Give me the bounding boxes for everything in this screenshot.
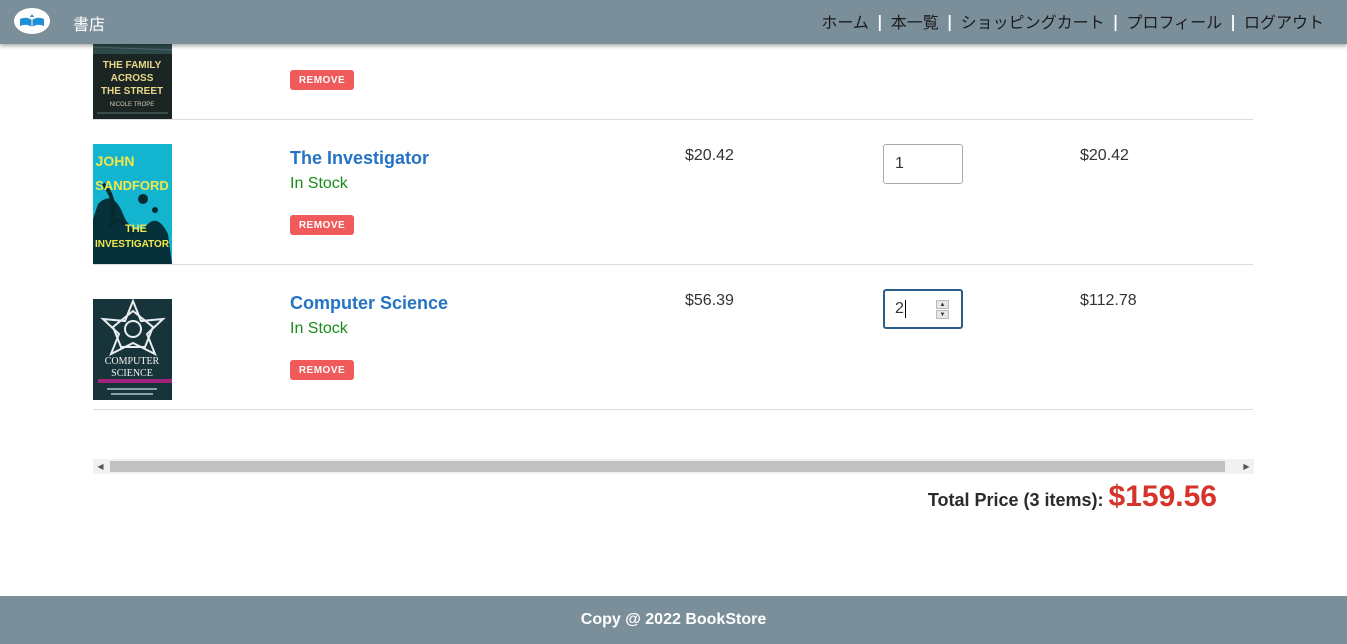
book-cover-art: THE FAMILY ACROSS THE STREET NICOLE TROP… bbox=[93, 44, 172, 119]
total-label: Total Price (3 items): bbox=[927, 490, 1104, 510]
book-cover-art: JOHN SANDFORD THE INVESTIGATOR bbox=[93, 144, 172, 264]
open-book-icon bbox=[20, 14, 44, 27]
cart-total: Total Price (3 items): $159.56 bbox=[928, 480, 1217, 514]
stock-status: In Stock bbox=[290, 175, 348, 192]
remove-button[interactable]: REMOVE bbox=[290, 70, 354, 90]
cover-text: THE bbox=[125, 223, 147, 235]
remove-button[interactable]: REMOVE bbox=[290, 215, 354, 235]
cover-author: NICOLE TROPE bbox=[110, 102, 155, 108]
quantity-input[interactable]: 2 ▲ ▼ bbox=[883, 289, 963, 329]
stock-status: In Stock bbox=[290, 320, 348, 337]
cart-row: COMPUTER SCIENCE Computer Science In Sto… bbox=[93, 265, 1253, 410]
book-title-link[interactable]: The Investigator bbox=[290, 148, 429, 169]
increment-arrow-icon[interactable]: ▲ bbox=[936, 300, 949, 309]
text-cursor bbox=[904, 300, 906, 318]
cover-text: THE STREET bbox=[101, 86, 163, 97]
item-subtotal: $20.42 bbox=[1080, 147, 1129, 164]
main-nav: ホーム | 本一覧 | ショッピングカート | プロフィール | ログアウト bbox=[821, 9, 1324, 33]
nav-book-list[interactable]: 本一覧 bbox=[891, 9, 939, 33]
quantity-value: 1 bbox=[895, 155, 904, 172]
horizontal-scrollbar[interactable]: ◀ ▶ bbox=[93, 459, 1254, 474]
bookstore-logo[interactable] bbox=[14, 8, 50, 34]
unit-price: $20.42 bbox=[685, 147, 734, 164]
footer-copyright: Copy @ 2022 BookStore bbox=[580, 611, 767, 628]
quantity-input[interactable]: 1 bbox=[883, 144, 963, 184]
cover-text: ACROSS bbox=[111, 73, 154, 84]
decrement-arrow-icon[interactable]: ▼ bbox=[936, 310, 949, 319]
nav-separator: | bbox=[1230, 11, 1236, 31]
nav-shopping-cart[interactable]: ショッピングカート bbox=[961, 9, 1105, 33]
nav-separator: | bbox=[1112, 11, 1119, 31]
total-price: $159.56 bbox=[1108, 480, 1217, 513]
cover-text: JOHN bbox=[96, 153, 135, 169]
unit-price: $56.39 bbox=[685, 292, 734, 309]
cover-text: INVESTIGATOR bbox=[95, 239, 170, 250]
cover-text: SCIENCE bbox=[111, 368, 153, 379]
book-cover-art: COMPUTER SCIENCE bbox=[93, 299, 172, 400]
cart-row: JOHN SANDFORD THE INVESTIGATOR The Inves… bbox=[93, 120, 1253, 265]
remove-button[interactable]: REMOVE bbox=[290, 360, 354, 380]
cover-text: SANDFORD bbox=[95, 178, 169, 193]
item-subtotal: $112.78 bbox=[1080, 292, 1137, 309]
book-cover[interactable]: THE FAMILY ACROSS THE STREET NICOLE TROP… bbox=[93, 44, 172, 119]
nav-separator: | bbox=[946, 11, 953, 31]
quantity-value: 2 bbox=[895, 300, 904, 317]
quantity-stepper[interactable]: ▲ ▼ bbox=[936, 300, 949, 319]
nav-logout[interactable]: ログアウト bbox=[1244, 9, 1324, 33]
footer: Copy @ 2022 BookStore bbox=[0, 596, 1347, 644]
nav-home[interactable]: ホーム bbox=[821, 9, 869, 33]
book-title-link[interactable]: Computer Science bbox=[290, 293, 448, 314]
brand-name[interactable]: 書店 bbox=[73, 11, 105, 35]
scroll-right-icon[interactable]: ▶ bbox=[1239, 459, 1254, 474]
scrollbar-thumb[interactable] bbox=[110, 461, 1225, 472]
nav-separator: | bbox=[876, 11, 883, 31]
top-navbar: 書店 ホーム | 本一覧 | ショッピングカート | プロフィール | ログアウ… bbox=[0, 0, 1347, 44]
book-cover[interactable]: COMPUTER SCIENCE bbox=[93, 299, 172, 400]
cover-text: THE FAMILY bbox=[103, 60, 162, 71]
cover-text: COMPUTER bbox=[105, 356, 160, 367]
scroll-left-icon[interactable]: ◀ bbox=[93, 459, 108, 474]
nav-profile[interactable]: プロフィール bbox=[1126, 9, 1222, 33]
book-cover[interactable]: JOHN SANDFORD THE INVESTIGATOR bbox=[93, 144, 172, 264]
